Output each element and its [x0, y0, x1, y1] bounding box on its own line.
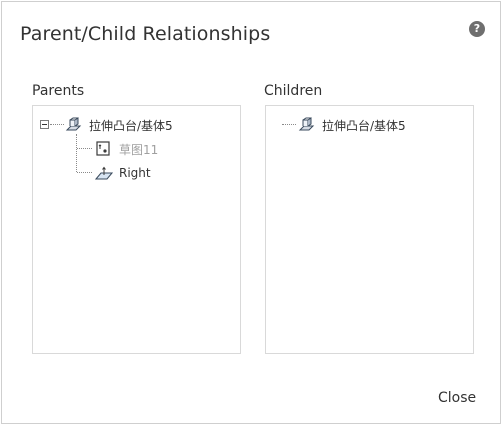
parent-child-node[interactable]: 草图11: [95, 140, 158, 158]
collapse-toggle[interactable]: [40, 120, 49, 129]
tree-connector: [282, 124, 296, 125]
children-label: Children: [264, 83, 323, 99]
dialog-title: Parent/Child Relationships: [20, 23, 271, 45]
extrude-feature-icon: [65, 117, 83, 133]
parents-label: Parents: [32, 83, 85, 99]
tree-connector: [76, 134, 77, 172]
tree-connector: [77, 148, 92, 149]
parents-tree[interactable]: 拉伸凸台/基体5 草图11 Right: [32, 105, 241, 354]
plane-icon: [94, 165, 114, 181]
parent-child-label: 草图11: [119, 142, 159, 157]
child-node[interactable]: 拉伸凸台/基体5: [298, 116, 406, 134]
parent-root-label: 拉伸凸台/基体5: [89, 118, 173, 133]
parent-child-dialog: Parent/Child Relationships ? Parents Chi…: [1, 1, 501, 424]
tree-connector: [50, 124, 64, 125]
close-button[interactable]: Close: [438, 390, 476, 406]
sketch-icon: [95, 141, 113, 157]
parent-child-node[interactable]: Right: [94, 164, 151, 182]
parent-child-label: Right: [119, 166, 151, 180]
tree-connector: [77, 172, 92, 173]
parent-root-node[interactable]: 拉伸凸台/基体5: [65, 116, 173, 134]
children-tree[interactable]: 拉伸凸台/基体5: [265, 105, 474, 354]
child-node-label: 拉伸凸台/基体5: [322, 118, 406, 133]
help-icon[interactable]: ?: [469, 21, 485, 37]
extrude-feature-icon: [298, 117, 316, 133]
